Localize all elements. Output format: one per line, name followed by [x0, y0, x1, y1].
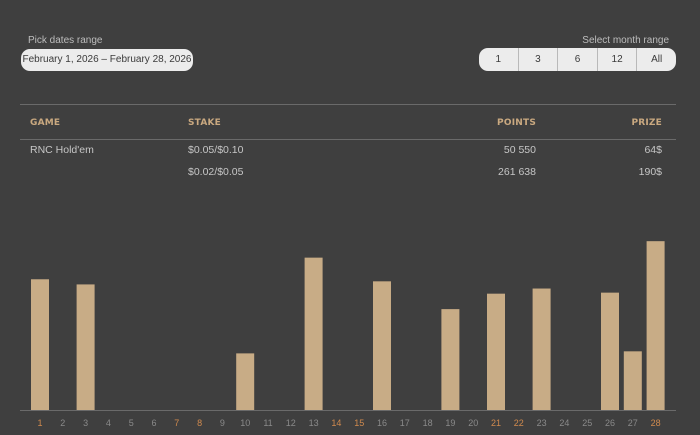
x-tick-label: 15 — [354, 418, 364, 428]
x-tick-label: 14 — [331, 418, 341, 428]
x-tick-label: 4 — [106, 418, 111, 428]
x-tick-label: 8 — [197, 418, 202, 428]
x-tick-label: 18 — [423, 418, 433, 428]
x-tick-label: 22 — [514, 418, 524, 428]
x-tick-label: 10 — [240, 418, 250, 428]
x-tick-label: 26 — [605, 418, 615, 428]
bar-day-1[interactable] — [31, 279, 49, 410]
daily-points-chart: 1 2 3 4 5 6 7 8 9 10 11 12 13 14 15 16 17 18 19 20 21 22 23 24 2… — [20, 241, 676, 428]
bar-day-26[interactable] — [601, 292, 619, 410]
x-tick-label: 9 — [220, 418, 225, 428]
bar-day-19[interactable] — [441, 309, 460, 410]
x-tick-label: 25 — [582, 418, 592, 428]
bar-day-27[interactable] — [623, 351, 642, 410]
bar-day-13[interactable] — [304, 257, 323, 410]
x-tick-label: 28 — [651, 418, 661, 428]
x-tick-label: 20 — [468, 418, 478, 428]
bar-day-23[interactable] — [532, 288, 551, 410]
bar-day-16[interactable] — [373, 281, 391, 410]
bar-day-21[interactable] — [487, 293, 505, 410]
x-tick-label: 27 — [628, 418, 638, 428]
x-tick-label: 11 — [263, 418, 272, 428]
x-tick-label: 21 — [491, 418, 501, 428]
x-tick-label: 19 — [445, 418, 455, 428]
x-tick-label: 7 — [174, 418, 179, 428]
x-tick-label: 12 — [286, 418, 296, 428]
bar-day-28[interactable] — [646, 241, 665, 410]
x-tick-label: 16 — [377, 418, 387, 428]
x-tick-label: 1 — [37, 418, 42, 428]
x-tick-label: 3 — [83, 418, 88, 428]
x-tick-label: 2 — [60, 418, 65, 428]
x-tick-label: 5 — [129, 418, 134, 428]
x-tick-label: 23 — [537, 418, 547, 428]
bar-day-10[interactable] — [236, 353, 255, 410]
x-tick-label: 6 — [151, 418, 156, 428]
bar-day-3[interactable] — [76, 284, 95, 410]
x-tick-label: 13 — [309, 418, 319, 428]
x-tick-label: 17 — [400, 418, 410, 428]
x-tick-label: 24 — [559, 418, 569, 428]
